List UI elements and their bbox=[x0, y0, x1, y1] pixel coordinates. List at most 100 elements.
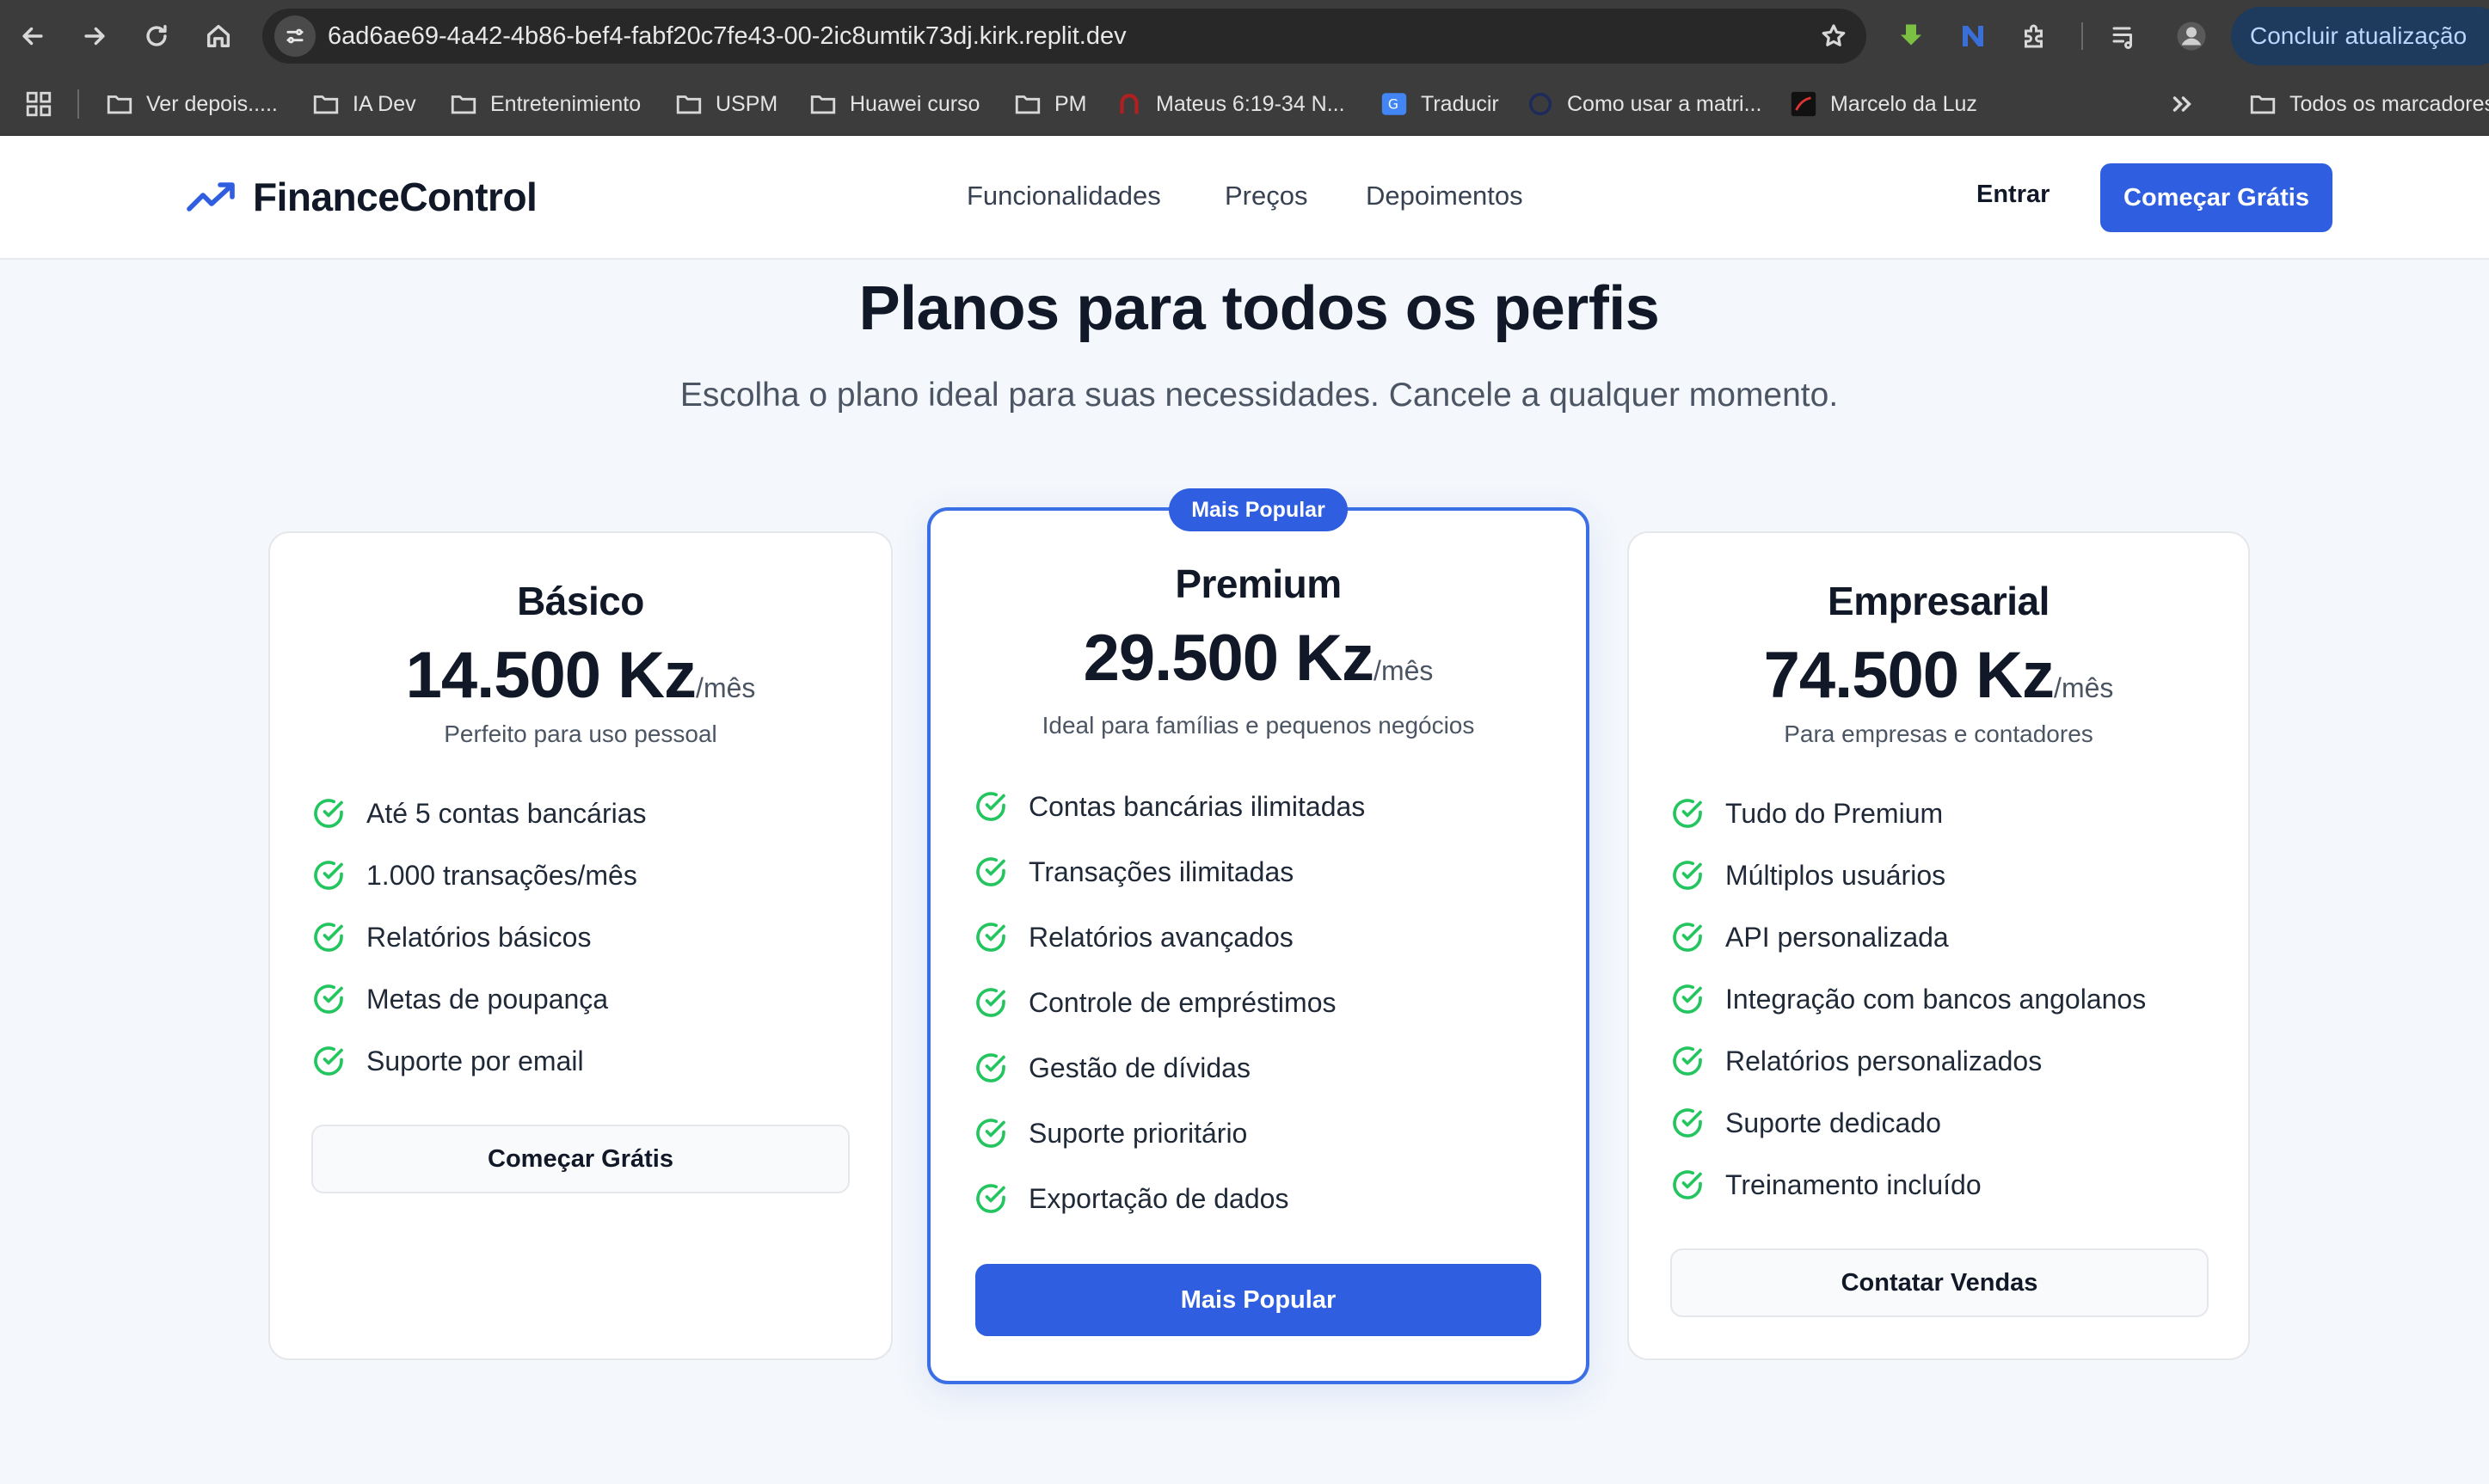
bookmark-link[interactable]: Mateus 6:19-34 N... bbox=[1115, 72, 1345, 136]
forward-button[interactable] bbox=[74, 15, 115, 57]
start-free-button[interactable]: Começar Grátis bbox=[2100, 163, 2332, 232]
plan-card-basico: Básico 14.500 Kz/mês Perfeito para uso p… bbox=[268, 531, 893, 1360]
bookmark-link[interactable]: G Traducir bbox=[1380, 72, 1499, 136]
folder-icon bbox=[107, 95, 132, 114]
check-circle-icon bbox=[976, 923, 1005, 952]
home-icon bbox=[206, 24, 230, 48]
plan-price: 29.500 Kz/mês bbox=[1083, 622, 1434, 695]
puzzle-extensions-icon[interactable] bbox=[2014, 15, 2056, 57]
site-favicon-icon bbox=[1791, 91, 1816, 117]
login-link[interactable]: Entrar bbox=[1976, 181, 2050, 209]
bookmark-star-icon[interactable] bbox=[1813, 15, 1854, 57]
plan-price: 14.500 Kz/mês bbox=[405, 639, 756, 712]
plan-description: Para empresas e contadores bbox=[1784, 721, 2093, 747]
feature-item: Transações ilimitadas bbox=[974, 855, 1294, 889]
back-button[interactable] bbox=[12, 15, 53, 57]
nav-precos[interactable]: Preços bbox=[1225, 181, 1307, 212]
feature-item: Integração com bancos angolanos bbox=[1670, 982, 2146, 1016]
plan-card-premium: Premium 29.500 Kz/mês Ideal para família… bbox=[927, 507, 1589, 1384]
pricing-subtitle: Escolha o plano ideal para suas necessid… bbox=[679, 377, 1839, 414]
bookmark-folder[interactable]: IA Dev bbox=[311, 72, 416, 136]
check-circle-icon bbox=[314, 861, 343, 890]
trending-up-icon bbox=[187, 182, 235, 212]
address-bar[interactable]: 6ad6ae69-4a42-4b86-bef4-fabf20c7fe43-00-… bbox=[262, 9, 1866, 64]
bookmark-folder[interactable]: Entretenimiento bbox=[449, 72, 641, 136]
svg-text:G: G bbox=[1388, 97, 1398, 113]
site-header: FinanceControl Funcionalidades Preços De… bbox=[0, 136, 2489, 260]
plan-description: Perfeito para uso pessoal bbox=[444, 721, 717, 747]
plan-price: 74.500 Kz/mês bbox=[1763, 639, 2114, 712]
check-circle-icon bbox=[976, 1184, 1005, 1213]
check-circle-icon bbox=[314, 923, 343, 952]
brand-logo[interactable]: FinanceControl bbox=[186, 174, 538, 220]
feature-item: Controle de empréstimos bbox=[974, 985, 1336, 1020]
folder-icon bbox=[313, 95, 339, 114]
brand-name: FinanceControl bbox=[253, 175, 538, 219]
browser-toolbar: 6ad6ae69-4a42-4b86-bef4-fabf20c7fe43-00-… bbox=[0, 0, 2489, 72]
reload-icon bbox=[146, 24, 167, 46]
feature-item: Metas de poupança bbox=[311, 982, 608, 1016]
check-circle-icon bbox=[1673, 799, 1702, 828]
check-circle-icon bbox=[1673, 1046, 1702, 1076]
check-circle-icon bbox=[1673, 861, 1702, 890]
horseshoe-icon bbox=[1120, 94, 1139, 114]
feature-item: Relatórios avançados bbox=[974, 920, 1294, 954]
nav-depoimentos[interactable]: Depoimentos bbox=[1366, 181, 1523, 212]
check-circle-icon bbox=[976, 1119, 1005, 1148]
plan-name: Premium bbox=[1175, 561, 1342, 606]
home-button[interactable] bbox=[198, 15, 239, 57]
premium-plan-button[interactable]: Mais Popular bbox=[975, 1264, 1541, 1336]
update-button[interactable]: Concluir atualização bbox=[2231, 7, 2489, 65]
download-extension-icon[interactable] bbox=[1890, 15, 1932, 57]
all-bookmarks-folder[interactable]: Todos os marcadores bbox=[2248, 72, 2489, 136]
feature-item: Contas bancárias ilimitadas bbox=[974, 789, 1365, 824]
most-popular-badge: Mais Popular bbox=[1169, 488, 1348, 531]
media-queue-icon[interactable] bbox=[2104, 15, 2145, 57]
feature-item: Exportação de dados bbox=[974, 1181, 1288, 1216]
reload-button[interactable] bbox=[136, 15, 177, 57]
apps-grid-icon[interactable] bbox=[24, 89, 53, 119]
basic-start-free-button[interactable]: Começar Grátis bbox=[311, 1125, 850, 1193]
feature-item: Suporte prioritário bbox=[974, 1116, 1247, 1150]
feature-item: Relatórios básicos bbox=[311, 920, 591, 954]
check-circle-icon bbox=[1673, 1170, 1702, 1199]
bookmarks-separator bbox=[77, 89, 79, 119]
arrow-left-icon bbox=[22, 27, 43, 46]
check-circle-icon bbox=[976, 988, 1005, 1017]
check-circle-icon bbox=[314, 1046, 343, 1076]
feature-item: Gestão de dívidas bbox=[974, 1051, 1251, 1085]
feature-item: Suporte por email bbox=[311, 1044, 584, 1078]
check-circle-icon bbox=[976, 792, 1005, 821]
profile-avatar-icon[interactable] bbox=[2171, 15, 2212, 57]
folder-icon bbox=[676, 95, 702, 114]
check-circle-icon bbox=[1673, 1108, 1702, 1138]
contact-sales-button[interactable]: Contatar Vendas bbox=[1670, 1248, 2209, 1317]
globe-icon bbox=[1528, 92, 1552, 116]
bookmark-folder[interactable]: Ver depois..... bbox=[105, 72, 278, 136]
check-circle-icon bbox=[314, 984, 343, 1014]
arrow-right-icon bbox=[84, 27, 105, 46]
folder-icon bbox=[2250, 95, 2276, 114]
bookmark-folder[interactable]: USPM bbox=[674, 72, 777, 136]
check-circle-icon bbox=[976, 1053, 1005, 1082]
feature-item: 1.000 transações/mês bbox=[311, 858, 637, 892]
folder-icon bbox=[451, 95, 476, 114]
feature-item: Suporte dedicado bbox=[1670, 1106, 1941, 1140]
plan-name: Básico bbox=[517, 579, 644, 623]
feature-item: Múltiplos usuários bbox=[1670, 858, 1945, 892]
bookmark-link[interactable]: Marcelo da Luz bbox=[1789, 72, 1977, 136]
site-info-icon[interactable] bbox=[274, 15, 316, 57]
chevrons-right-icon[interactable] bbox=[2167, 89, 2197, 119]
nav-funcionalidades[interactable]: Funcionalidades bbox=[967, 181, 1161, 212]
feature-item: API personalizada bbox=[1670, 920, 1949, 954]
folder-icon bbox=[1015, 95, 1041, 114]
pricing-title: Planos para todos os perfis bbox=[858, 274, 1660, 343]
n-extension-icon[interactable] bbox=[1952, 15, 1994, 57]
plan-name: Empresarial bbox=[1828, 579, 2050, 623]
bookmark-link[interactable]: Como usar a matri... bbox=[1526, 72, 1761, 136]
url-text[interactable]: 6ad6ae69-4a42-4b86-bef4-fabf20c7fe43-00-… bbox=[328, 9, 1127, 64]
feature-item: Treinamento incluído bbox=[1670, 1168, 1982, 1202]
bookmark-folder[interactable]: PM bbox=[1013, 72, 1087, 136]
bookmark-folder[interactable]: Huawei curso bbox=[808, 72, 980, 136]
folder-icon bbox=[810, 95, 836, 114]
